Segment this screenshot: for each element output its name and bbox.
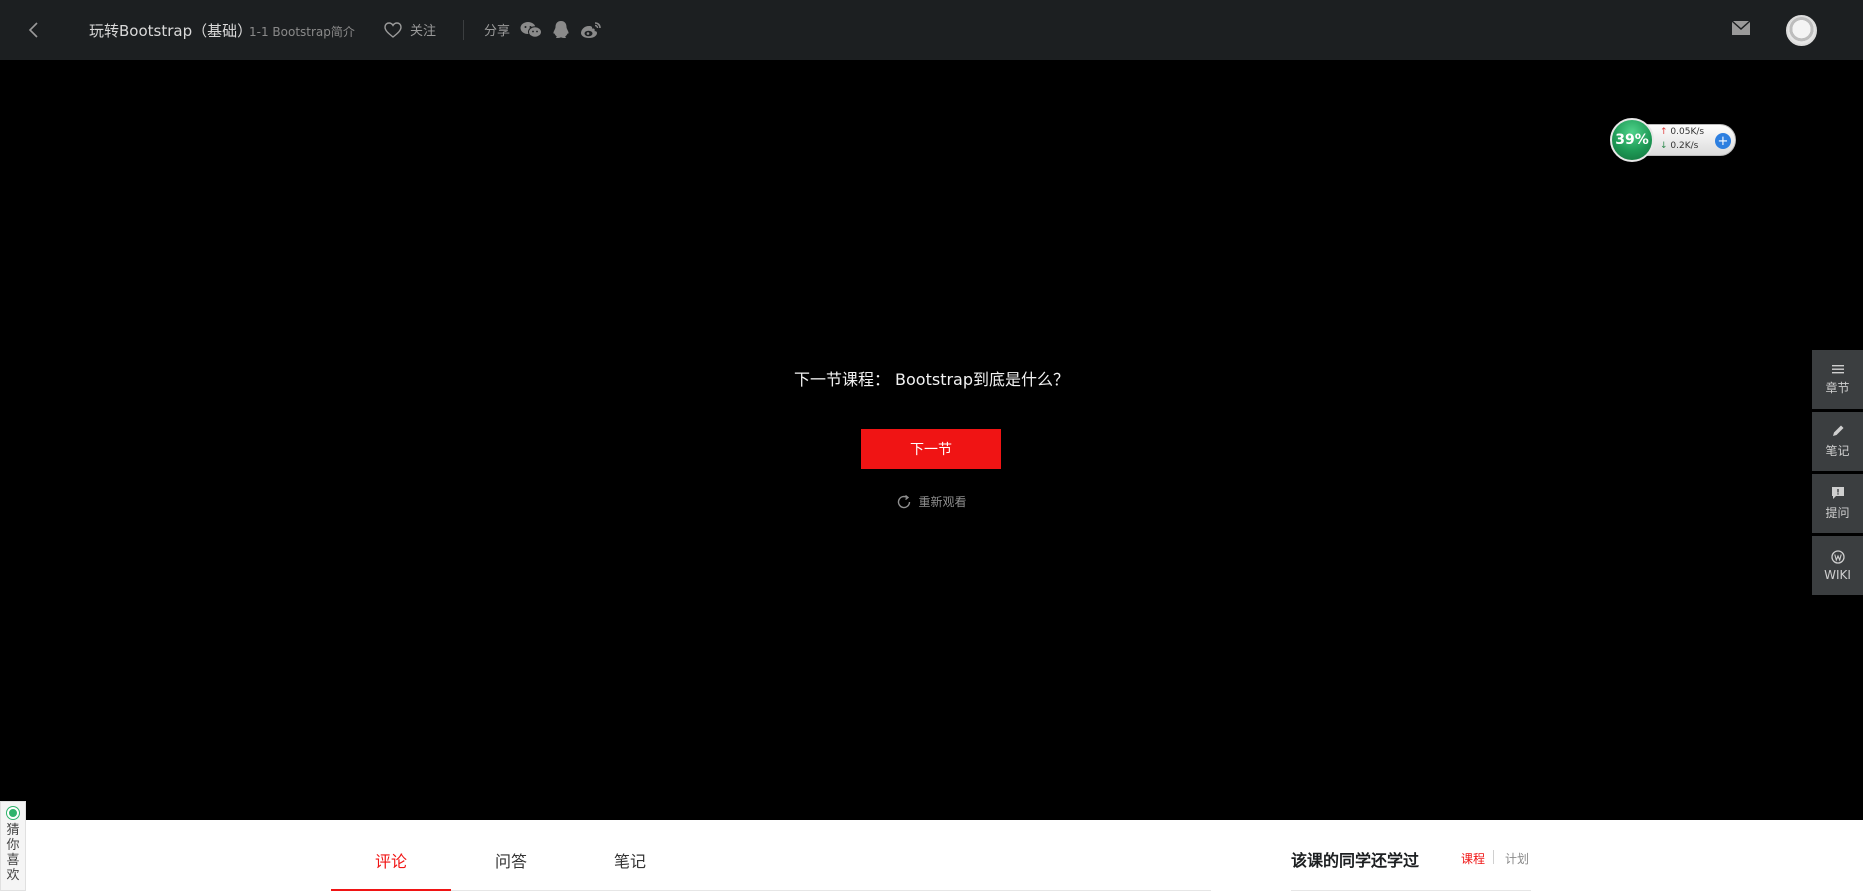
qq-icon (553, 21, 569, 38)
next-lesson-title: 下一节课程： Bootstrap到底是什么？ (793, 370, 1070, 389)
upload-arrow-icon: ↑ (1660, 127, 1668, 137)
follow-label: 关注 (410, 24, 437, 39)
tab-qa[interactable]: 问答 (495, 848, 527, 872)
tab-notes[interactable]: 笔记 (614, 848, 646, 872)
side-item-label: 提问 (1825, 506, 1850, 520)
message-button[interactable] (1731, 20, 1751, 40)
related-tab-course[interactable]: 课程 (1461, 850, 1485, 867)
tab-comments[interactable]: 评论 (375, 848, 407, 872)
top-header: 玩转Bootstrap（基础） 1-1 Bootstrap简介 关注 分享 (0, 0, 1863, 60)
plus-icon[interactable]: + (1715, 133, 1731, 149)
related-tab-divider (1493, 850, 1494, 864)
guess-indicator-icon (7, 807, 19, 819)
menu-icon (1831, 365, 1844, 374)
heart-icon (384, 21, 402, 38)
back-button[interactable] (22, 18, 46, 42)
side-item-chapters[interactable]: 章节 (1812, 350, 1863, 409)
network-rates: ↑ 0.05K/s ↓ 0.2K/s (1660, 125, 1704, 153)
next-lesson-button[interactable]: 下一节 (861, 429, 1001, 469)
download-arrow-icon: ↓ (1660, 141, 1668, 151)
side-item-notes[interactable]: 笔记 (1812, 412, 1863, 471)
wiki-icon (1830, 549, 1845, 564)
side-item-label: WIKI (1824, 567, 1851, 582)
qq-share-button[interactable] (552, 20, 570, 39)
side-item-label: 章节 (1825, 381, 1850, 395)
header-divider (463, 20, 464, 40)
course-content-area: 评论 问答 笔记 该课的同学还学过 课程 计划 (0, 820, 1863, 891)
download-rate: 0.2K/s (1670, 141, 1699, 151)
guess-you-like-button[interactable]: 猜你喜欢 (0, 801, 26, 891)
side-item-label: 笔记 (1825, 444, 1850, 458)
follow-button[interactable]: 关注 (384, 20, 436, 39)
side-item-wiki[interactable]: WIKI (1812, 536, 1863, 595)
course-title[interactable]: 玩转Bootstrap（基础） (89, 20, 252, 41)
replay-label: 重新观看 (918, 495, 967, 509)
replay-icon (898, 494, 911, 508)
side-item-question[interactable]: 提问 (1812, 474, 1863, 533)
network-speed-widget[interactable]: 39% ↑ 0.05K/s ↓ 0.2K/s + (1610, 118, 1738, 162)
pencil-icon (1832, 425, 1843, 436)
memory-usage-percent: 39% (1615, 132, 1649, 148)
wechat-share-button[interactable] (520, 21, 543, 39)
lesson-title: 1-1 Bootstrap简介 (249, 25, 355, 39)
user-avatar[interactable] (1786, 15, 1817, 46)
side-toolbar: 章节 笔记 提问 WIKI (1812, 350, 1863, 598)
chevron-left-icon (28, 22, 38, 38)
mail-icon (1731, 20, 1751, 35)
related-courses-header: 该课的同学还学过 课程 计划 (1291, 847, 1531, 891)
content-tabs: 评论 问答 笔记 (331, 820, 1211, 891)
related-title: 该课的同学还学过 (1291, 851, 1420, 870)
video-player[interactable]: 下一节课程： Bootstrap到底是什么？ 下一节 重新观看 (0, 60, 1863, 820)
related-tab-plan[interactable]: 计划 (1505, 850, 1529, 867)
weibo-icon (581, 21, 601, 38)
wechat-icon (520, 21, 543, 38)
guess-label: 猜你喜欢 (6, 823, 20, 883)
question-bubble-icon (1831, 487, 1844, 499)
share-label: 分享 (484, 24, 511, 39)
replay-button[interactable]: 重新观看 (0, 493, 1863, 510)
weibo-share-button[interactable] (580, 21, 602, 39)
memory-usage-ball[interactable]: 39% (1610, 118, 1654, 162)
share-group: 分享 (484, 20, 602, 39)
upload-rate: 0.05K/s (1670, 127, 1705, 137)
